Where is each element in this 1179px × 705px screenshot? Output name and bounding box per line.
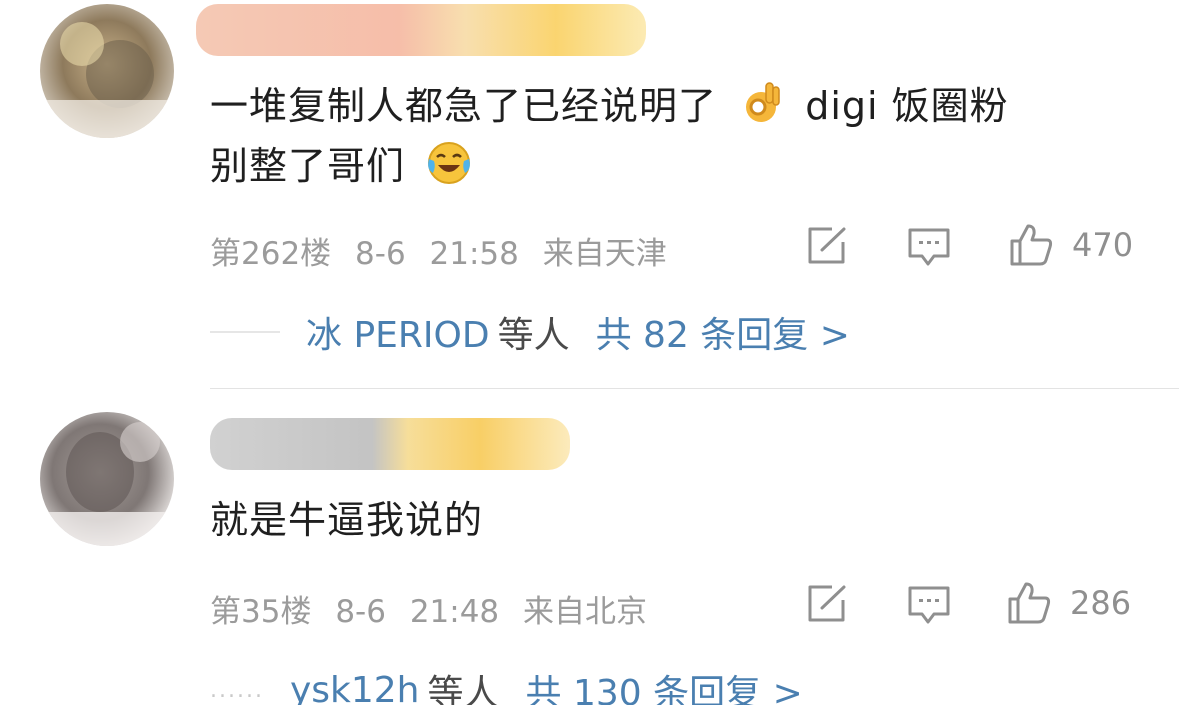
floor-number: 第262楼: [210, 236, 332, 272]
post-time: 21:58: [429, 236, 519, 272]
laughing-crying-face-icon: [424, 137, 474, 187]
post-date: 8-6: [335, 594, 386, 630]
comment-text-segment: digi 饭圈粉: [805, 84, 1009, 128]
post-location: 来自北京: [523, 594, 648, 630]
ok-hand-icon: [736, 77, 786, 127]
comment-icon: [908, 228, 950, 266]
like-count: 286: [1070, 584, 1132, 622]
comment-text-segment: 一堆复制人都急了已经说明了: [210, 84, 718, 128]
comment-icon: [908, 586, 950, 624]
thumbs-up-icon: [1008, 582, 1051, 624]
reply-indent-dots: ......: [210, 677, 264, 703]
reply-total-link[interactable]: 共 82 条回复 >: [596, 306, 850, 358]
comment-meta: 第262楼 8-6 21:58 来自天津: [210, 228, 681, 273]
reply-users[interactable]: ysk12h: [290, 670, 420, 705]
avatar[interactable]: [40, 412, 174, 546]
comment-line: 别整了哥们: [210, 136, 1170, 196]
share-icon: [808, 585, 846, 622]
comment-text-segment: 别整了哥们: [210, 144, 406, 188]
comment-meta: 第35楼 8-6 21:48 来自北京: [210, 586, 661, 631]
like-button[interactable]: 470: [1008, 222, 1133, 268]
comments-screen: 一堆复制人都急了已经说明了 digi 饭圈粉 别整了哥们 第262楼 8-6 2…: [0, 0, 1179, 705]
reply-summary[interactable]: ...... ysk12h 等人 共 130 条回复 >: [210, 664, 803, 705]
like-count: 470: [1072, 226, 1134, 264]
share-button[interactable]: [806, 226, 848, 266]
share-button[interactable]: [806, 584, 848, 624]
share-icon: [808, 227, 846, 264]
reply-users[interactable]: 冰 PERIOD: [306, 306, 490, 358]
reply-summary[interactable]: 冰 PERIOD 等人 共 82 条回复 >: [210, 306, 850, 358]
comment-body: 就是牛逼我说的: [210, 490, 483, 550]
reply-indent-line: [210, 331, 280, 333]
comment-body: 一堆复制人都急了已经说明了 digi 饭圈粉 别整了哥们: [210, 76, 1170, 196]
comment-divider: [210, 388, 1179, 389]
username-blurred[interactable]: [196, 4, 646, 56]
post-time: 21:48: [409, 594, 500, 630]
post-date: 8-6: [355, 236, 406, 272]
username-blurred[interactable]: [210, 418, 570, 470]
comment-button[interactable]: [906, 584, 952, 626]
like-button[interactable]: 286: [1006, 580, 1131, 626]
comment-text-segment: 就是牛逼我说的: [210, 498, 484, 542]
floor-number: 第35楼: [210, 594, 312, 630]
reply-suffix: 等人: [427, 673, 500, 705]
reply-suffix: 等人: [497, 315, 570, 356]
thumbs-up-icon: [1010, 224, 1053, 266]
comment-line: 一堆复制人都急了已经说明了 digi 饭圈粉: [210, 76, 1170, 136]
post-location: 来自天津: [542, 236, 667, 272]
reply-total-link[interactable]: 共 130 条回复 >: [526, 664, 803, 705]
comment-button[interactable]: [906, 226, 952, 268]
avatar[interactable]: [40, 4, 174, 138]
